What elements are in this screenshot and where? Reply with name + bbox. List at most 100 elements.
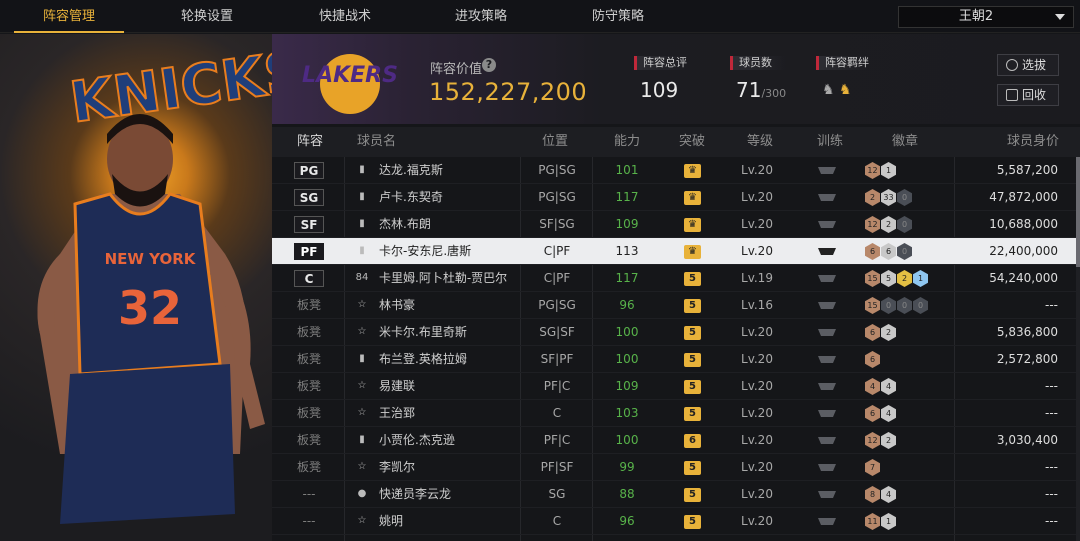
col-name[interactable]: 球员名	[357, 127, 396, 157]
table-row[interactable]: SF ▮ 杰林.布朗 SF|SG 109 ♛ Lv.20 12 2 0 10,688,000	[272, 211, 1080, 238]
training-icon[interactable]	[817, 191, 837, 204]
table-row[interactable]: 板凳 ▮ 小贾伦.杰克逊 PF|C 100 6 Lv.20 12 2 3,030,400	[272, 427, 1080, 454]
col-training[interactable]: 训练	[817, 127, 843, 157]
bond-icon-2[interactable]: ♞	[839, 82, 852, 98]
recycle-button[interactable]: 回收	[997, 84, 1059, 106]
row-lineup-slot[interactable]: ---	[294, 513, 324, 530]
badge-list[interactable]: 12 2	[865, 432, 897, 449]
player-name[interactable]: 快递员李云龙	[379, 481, 451, 508]
row-lineup-slot[interactable]: C	[294, 270, 324, 287]
row-lineup-slot[interactable]: 板凳	[294, 459, 324, 476]
row-lineup-slot[interactable]: ---	[294, 486, 324, 503]
badge-list[interactable]: 84	[865, 486, 897, 503]
bond-icon-1[interactable]: ♞	[822, 82, 835, 98]
training-icon[interactable]	[817, 461, 837, 474]
player-name[interactable]: 李凯尔	[379, 454, 415, 481]
badge-list[interactable]: 660	[865, 243, 913, 260]
training-icon[interactable]	[817, 434, 837, 447]
training-icon[interactable]	[817, 488, 837, 501]
lineup-dropdown[interactable]: 王朝2	[898, 6, 1074, 28]
badge-list[interactable]: 15 5 2 1	[865, 270, 929, 287]
col-lineup[interactable]: 阵容	[297, 127, 323, 157]
table-row[interactable]: 板凳 ▮ 布兰登.英格拉姆 SF|PF 100 5 Lv.20 6 2,572,800	[272, 346, 1080, 373]
row-lineup-slot[interactable]: PF	[294, 243, 324, 260]
player-name[interactable]: 达龙.福克斯	[379, 157, 443, 184]
row-lineup-slot[interactable]: 板凳	[294, 405, 324, 422]
tab-defense[interactable]: 防守策略	[563, 0, 673, 33]
table-row[interactable]: 板凳 ☆ 李凯尔 PF|SF 99 5 Lv.20 7 ---	[272, 454, 1080, 481]
player-name[interactable]: 卡尔-安东尼.唐斯	[379, 238, 471, 265]
scrollbar-thumb[interactable]	[1076, 157, 1080, 267]
help-icon[interactable]: ?	[482, 58, 496, 72]
stat-bond: 阵容羁绊	[816, 56, 869, 70]
badge-icon: 12	[865, 162, 880, 179]
tab-rotation[interactable]: 轮换设置	[152, 0, 262, 33]
player-name[interactable]: 王治郅	[379, 400, 415, 427]
col-value[interactable]: 球员身价	[1007, 127, 1059, 157]
player-name[interactable]: 卢卡.东契奇	[379, 184, 443, 211]
star-icon: ☆	[357, 461, 367, 472]
player-name[interactable]: 小贾伦.杰克逊	[379, 427, 455, 454]
badge-list[interactable]: 62	[865, 324, 897, 341]
table-row[interactable]: C 84 卡里姆.阿卜杜勒-贾巴尔 C|PF 117 5 Lv.19 15 5 2 1 54,240,…	[272, 265, 1080, 292]
player-name[interactable]: 林书豪	[379, 292, 415, 319]
badge-list[interactable]: 11 1	[865, 513, 897, 530]
training-icon[interactable]	[817, 515, 837, 528]
badge-list[interactable]: 2 33 0	[865, 189, 913, 206]
player-level: Lv.20	[741, 379, 773, 393]
row-lineup-slot[interactable]: PG	[294, 162, 324, 179]
training-icon[interactable]	[817, 299, 837, 312]
row-lineup-slot[interactable]: 板凳	[294, 432, 324, 449]
table-row[interactable]: PG ▮ 达龙.福克斯 PG|SG 101 ♛ Lv.20 12 1 5,587,200	[272, 157, 1080, 184]
row-lineup-slot[interactable]: 板凳	[294, 351, 324, 368]
training-icon[interactable]	[817, 353, 837, 366]
jersey-number: 32	[118, 281, 182, 335]
row-lineup-slot[interactable]: SF	[294, 216, 324, 233]
badge-list[interactable]: 15 0 0 0	[865, 297, 929, 314]
col-badges[interactable]: 徽章	[892, 127, 918, 157]
training-icon[interactable]	[817, 380, 837, 393]
table-row[interactable]: 板凳 ☆ 易建联 PF|C 109 5 Lv.20 4 4 ---	[272, 373, 1080, 400]
row-lineup-slot[interactable]: SG	[294, 189, 324, 206]
player-name[interactable]: 姚明	[379, 508, 403, 535]
badge-list[interactable]: 6	[865, 351, 881, 368]
bond-icons[interactable]: ♞ ♞	[822, 82, 852, 98]
player-name[interactable]: 布兰登.英格拉姆	[379, 346, 467, 373]
tab-quick-tactics[interactable]: 快捷战术	[290, 0, 400, 33]
col-ability[interactable]: 能力	[614, 127, 640, 157]
row-lineup-slot[interactable]: 板凳	[294, 297, 324, 314]
select-button[interactable]: 选拔	[997, 54, 1059, 76]
training-icon[interactable]	[817, 407, 837, 420]
row-lineup-slot[interactable]: 板凳	[294, 324, 324, 341]
table-row[interactable]: PF ▮ 卡尔-安东尼.唐斯 C|PF 113 ♛ Lv.20 6 6 0 22,400,000	[272, 238, 1080, 265]
table-row[interactable]: --- ☆ 姚明 C 96 5 Lv.20 11 1 ---	[272, 508, 1080, 535]
player-position: PG|SG	[538, 298, 576, 312]
col-position[interactable]: 位置	[542, 127, 568, 157]
table-row[interactable]: 板凳 ☆ 林书豪 PG|SG 96 5 Lv.16 15 0 0 0 ---	[272, 292, 1080, 319]
table-row[interactable]: 板凳 ☆ 王治郅 C 103 5 Lv.20 6 4 ---	[272, 400, 1080, 427]
badge-list[interactable]: 44	[865, 378, 897, 395]
training-icon[interactable]	[817, 326, 837, 339]
player-name[interactable]: 杰林.布朗	[379, 211, 431, 238]
table-row[interactable]: SG ▮ 卢卡.东契奇 PG|SG 117 ♛ Lv.20 2 33 0 47,872,000	[272, 184, 1080, 211]
training-icon[interactable]	[817, 218, 837, 231]
badge-list[interactable]: 7	[865, 459, 881, 476]
table-row[interactable]: --- ● 快递员李云龙 SG 88 5 Lv.20 8 4 ---	[272, 481, 1080, 508]
training-icon[interactable]	[817, 272, 837, 285]
player-name[interactable]: 易建联	[379, 373, 415, 400]
badge-list[interactable]: 64	[865, 405, 897, 422]
player-name[interactable]: 卡里姆.阿卜杜勒-贾巴尔	[379, 265, 507, 292]
player-level: Lv.19	[741, 271, 773, 285]
badge-list[interactable]: 12 2 0	[865, 216, 913, 233]
table-row[interactable]: 板凳 ☆ 米卡尔.布里奇斯 SG|SF 100 5 Lv.20 6 2 5,836,800	[272, 319, 1080, 346]
scrollbar[interactable]	[1076, 157, 1080, 541]
training-icon[interactable]	[817, 245, 837, 258]
player-name[interactable]: 米卡尔.布里奇斯	[379, 319, 467, 346]
tab-lineup[interactable]: 阵容管理	[14, 0, 124, 33]
badge-list[interactable]: 12 1	[865, 162, 897, 179]
col-breakthrough[interactable]: 突破	[679, 127, 705, 157]
training-icon[interactable]	[817, 164, 837, 177]
row-lineup-slot[interactable]: 板凳	[294, 378, 324, 395]
col-level[interactable]: 等级	[747, 127, 773, 157]
tab-offense[interactable]: 进攻策略	[426, 0, 536, 33]
